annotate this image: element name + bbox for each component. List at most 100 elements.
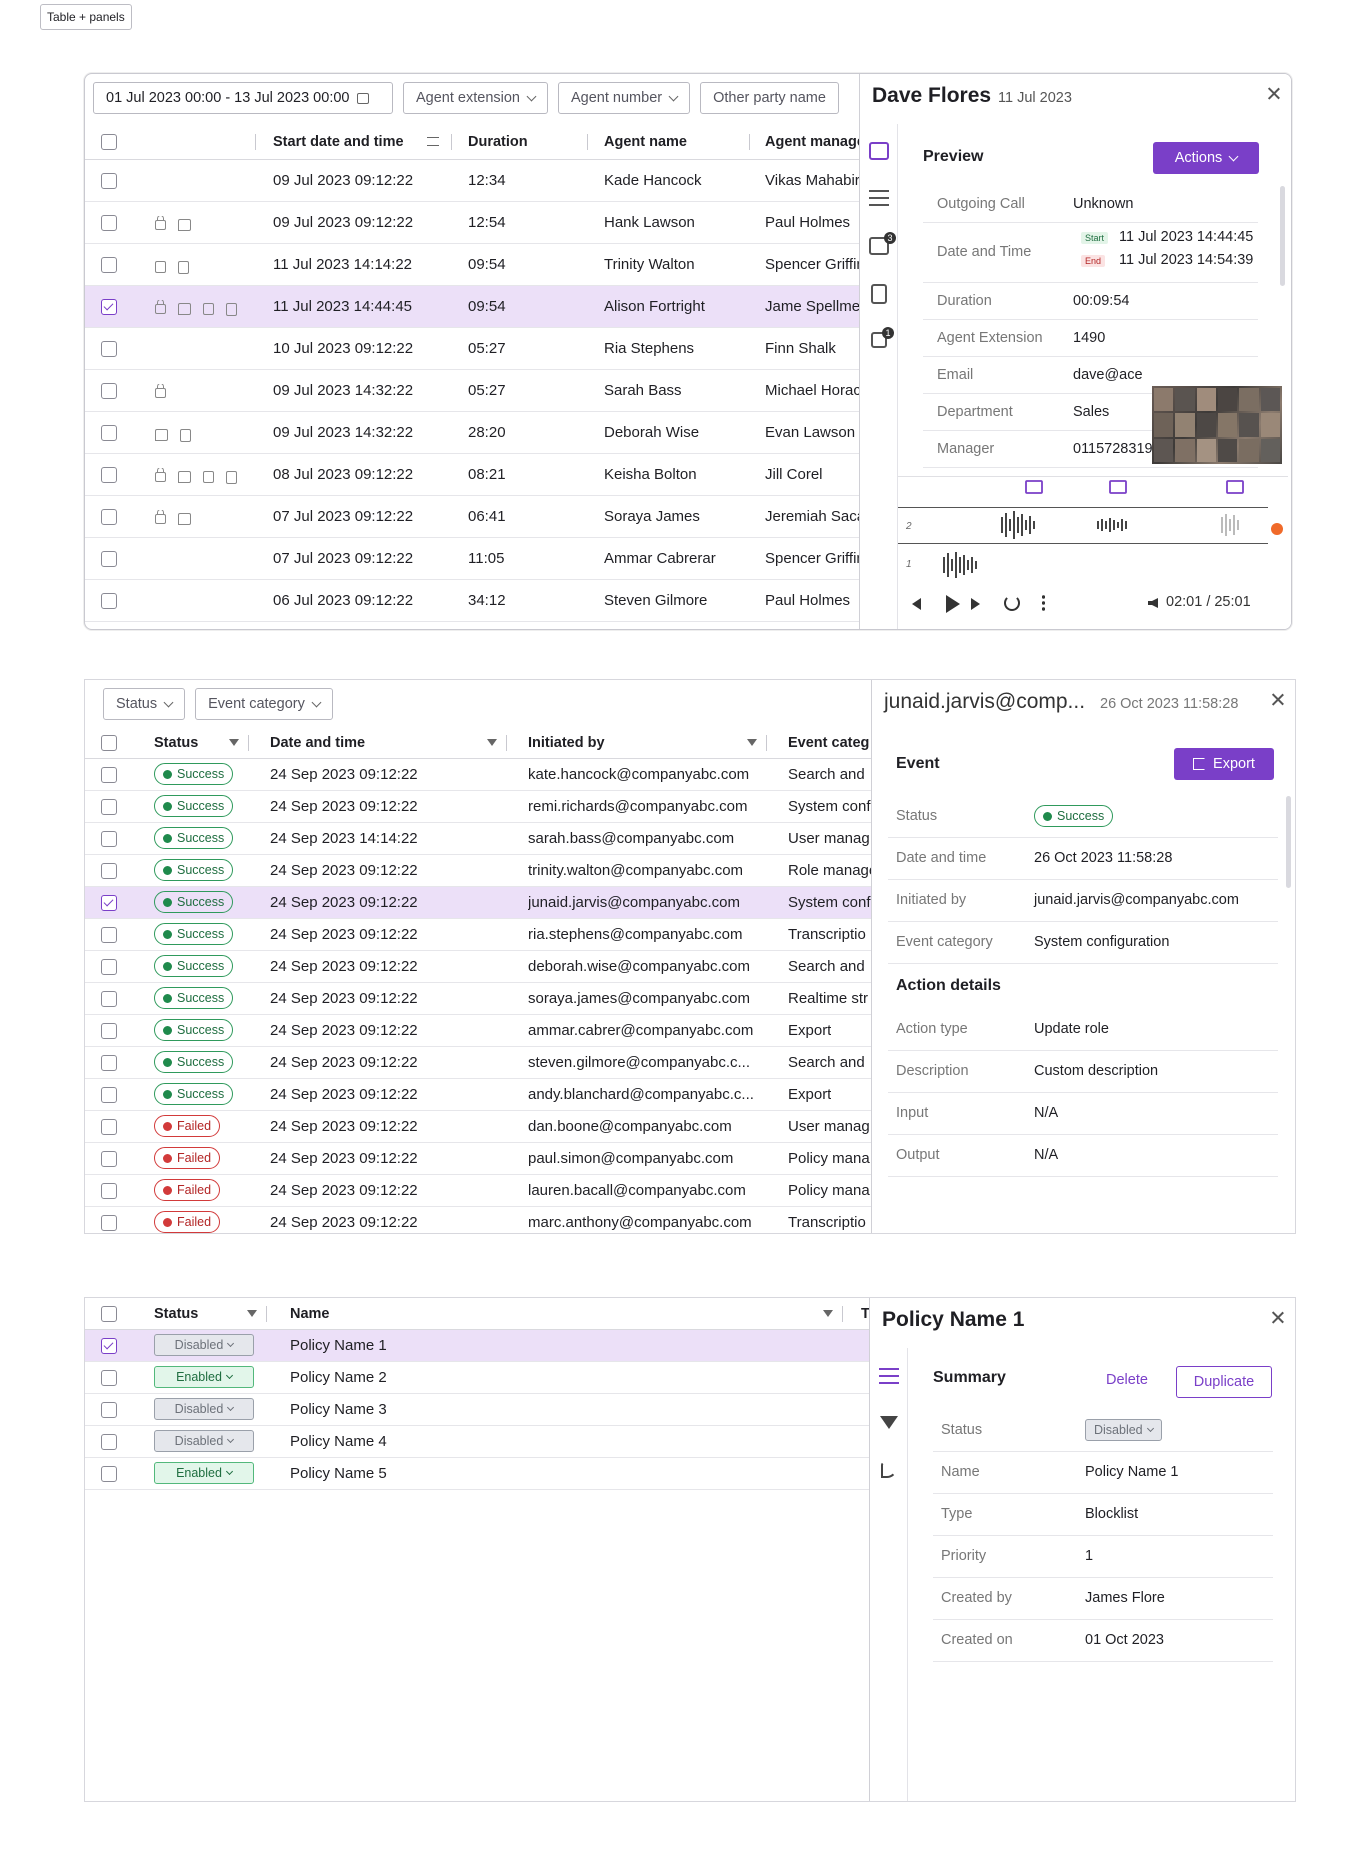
export-button[interactable]: Export (1174, 748, 1274, 780)
col-status[interactable]: Status (154, 1306, 198, 1322)
col-event-category[interactable]: Event categ (788, 735, 869, 751)
chevron-down-icon (311, 697, 322, 707)
row-checkbox[interactable] (101, 1118, 117, 1135)
filter-icon[interactable] (747, 739, 757, 749)
delete-button[interactable]: Delete (1106, 1372, 1148, 1388)
row-checkbox[interactable] (101, 958, 117, 975)
row-checkbox[interactable] (101, 1433, 117, 1450)
row-checkbox[interactable] (101, 172, 117, 189)
row-checkbox[interactable] (101, 1022, 117, 1039)
row-checkbox[interactable] (101, 1401, 117, 1418)
chevron-down-icon (526, 91, 537, 101)
replay-icon[interactable] (1004, 595, 1020, 611)
row-checkbox[interactable] (101, 990, 117, 1007)
agent-number-filter[interactable]: Agent number (558, 82, 691, 114)
col-agent-manager[interactable]: Agent manager (765, 134, 871, 150)
filter-icon[interactable] (229, 739, 239, 749)
col-agent-name[interactable]: Agent name (604, 134, 687, 150)
event-category-cell: Export (788, 1022, 832, 1039)
row-checkbox[interactable] (101, 214, 117, 231)
col-name[interactable]: Name (290, 1306, 330, 1322)
agent-name-cell: Soraya James (604, 508, 700, 525)
row-checkbox[interactable] (101, 424, 117, 441)
row-checkbox[interactable] (101, 508, 117, 525)
status-text: Failed (177, 1183, 212, 1197)
row-checkbox[interactable] (101, 1054, 117, 1071)
status-dropdown[interactable]: Disabled (1085, 1419, 1162, 1441)
agent-extension-filter[interactable]: Agent extension (403, 82, 548, 114)
lock-icon (155, 468, 166, 483)
col-status[interactable]: Status (154, 735, 198, 751)
status-dropdown[interactable]: Enabled (154, 1366, 254, 1388)
row-checkbox[interactable] (101, 926, 117, 943)
col-start-date[interactable]: Start date and time (273, 134, 404, 150)
row-checkbox[interactable] (101, 298, 117, 315)
row-checkbox[interactable] (101, 466, 117, 483)
volume-icon[interactable] (1148, 598, 1158, 608)
select-all-checkbox[interactable] (101, 734, 117, 751)
panel-title: junaid.jarvis@comp... (884, 690, 1086, 713)
row-checkbox[interactable] (101, 1182, 117, 1199)
filter-icon[interactable] (823, 1310, 833, 1320)
waveform-area[interactable]: 2 1 (898, 476, 1288, 578)
row-checkbox[interactable] (101, 592, 117, 609)
list-icon[interactable] (879, 1368, 899, 1384)
initiated-by-cell: deborah.wise@companyabc.com (528, 958, 751, 975)
row-checkbox[interactable] (101, 766, 117, 783)
field-value[interactable]: Disabled (1085, 1419, 1162, 1441)
row-checkbox[interactable] (101, 830, 117, 847)
status-dropdown[interactable]: Disabled (154, 1334, 254, 1356)
row-checkbox[interactable] (101, 1465, 117, 1482)
row-checkbox[interactable] (101, 798, 117, 815)
row-checkbox[interactable] (101, 1214, 117, 1231)
eye-icon[interactable] (869, 142, 889, 160)
phone-icon[interactable] (881, 1462, 897, 1478)
clipboard-icon[interactable] (871, 284, 887, 304)
filter-icon[interactable] (880, 1416, 898, 1429)
status-dropdown[interactable]: Disabled (154, 1398, 254, 1420)
actions-button[interactable]: Actions (1153, 142, 1259, 174)
row-checkbox[interactable] (101, 862, 117, 879)
duplicate-button[interactable]: Duplicate (1176, 1366, 1272, 1398)
play-icon[interactable] (946, 595, 960, 613)
panel-scrollbar[interactable] (1280, 186, 1285, 286)
fast-forward-icon[interactable] (971, 598, 980, 610)
column-divider (451, 134, 452, 150)
rewind-icon[interactable] (912, 598, 921, 610)
status-badge: Success (154, 1083, 234, 1105)
event-category-cell: Search and (788, 766, 865, 783)
event-category-filter[interactable]: Event category (195, 688, 333, 720)
select-all-checkbox[interactable] (101, 133, 117, 150)
close-icon[interactable] (1271, 692, 1285, 706)
agent-manager-cell: Finn Shalk (765, 340, 836, 357)
status-dropdown[interactable]: Disabled (154, 1430, 254, 1452)
date-range-filter[interactable]: 01 Jul 2023 00:00 - 13 Jul 2023 00:00 (93, 82, 393, 114)
close-icon[interactable] (1271, 1310, 1285, 1324)
row-checkbox[interactable] (101, 1086, 117, 1103)
status-text: Success (177, 959, 225, 973)
status-dropdown[interactable]: Enabled (154, 1462, 254, 1484)
other-party-filter[interactable]: Other party name (700, 82, 839, 114)
select-all-checkbox[interactable] (101, 1305, 117, 1322)
row-checkbox[interactable] (101, 550, 117, 567)
col-initiated-by[interactable]: Initiated by (528, 735, 605, 751)
panel-scrollbar[interactable] (1286, 796, 1291, 888)
list-icon[interactable] (869, 190, 889, 206)
row-checkbox[interactable] (101, 340, 117, 357)
row-checkbox[interactable] (101, 1150, 117, 1167)
col-duration[interactable]: Duration (468, 134, 528, 150)
row-checkbox[interactable] (101, 1337, 117, 1354)
more-icon[interactable] (1042, 594, 1045, 612)
playback-marker[interactable] (1271, 523, 1283, 535)
row-checkbox[interactable] (101, 894, 117, 911)
col-date[interactable]: Date and time (270, 735, 365, 751)
close-icon[interactable] (1267, 86, 1281, 100)
filter-icon[interactable] (247, 1310, 257, 1320)
sort-icon[interactable] (427, 137, 439, 146)
status-filter[interactable]: Status (103, 688, 186, 720)
row-checkbox[interactable] (101, 1369, 117, 1386)
row-checkbox[interactable] (101, 256, 117, 273)
filter-icon[interactable] (487, 739, 497, 749)
row-checkbox[interactable] (101, 382, 117, 399)
video-thumbnail[interactable] (1152, 386, 1282, 464)
